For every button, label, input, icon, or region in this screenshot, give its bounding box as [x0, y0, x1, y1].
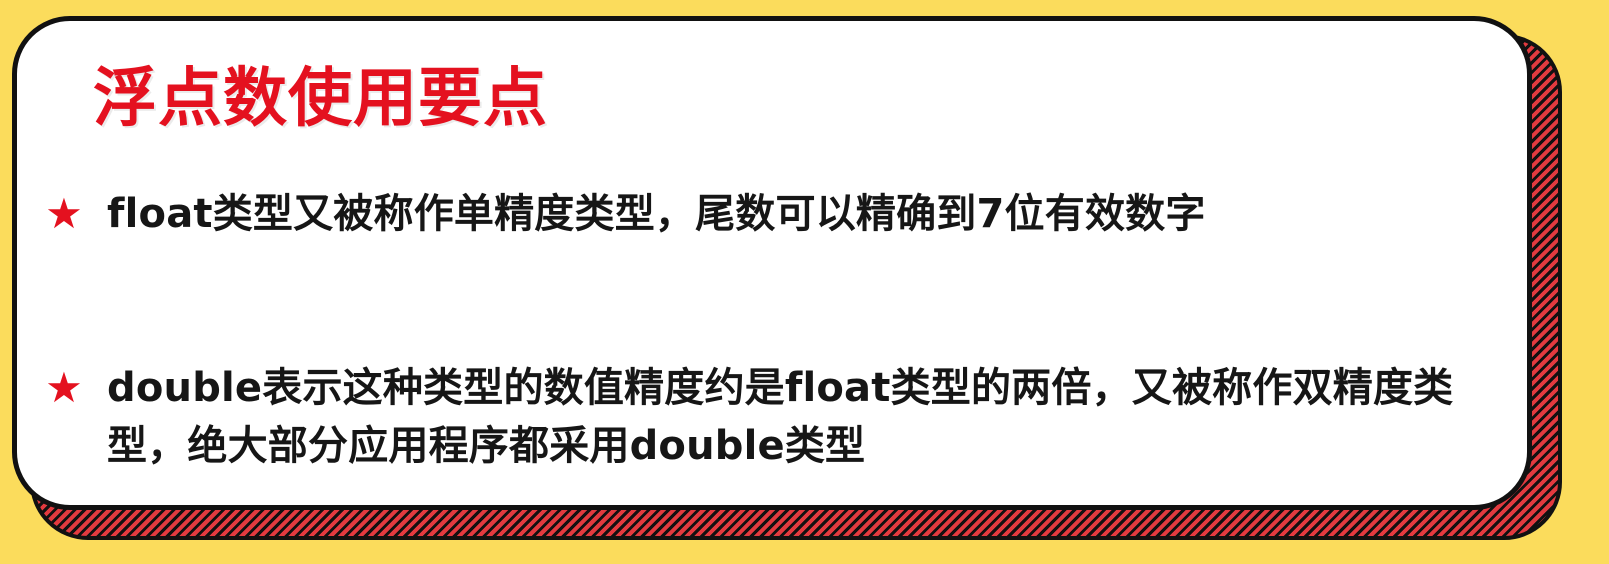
bullet-text: float类型又被称作单精度类型，尾数可以精确到7位有效数字	[107, 191, 1206, 237]
slide-title: 浮点数使用要点	[93, 62, 548, 136]
bullet-text: double表示这种类型的数值精度约是float类型的两倍，又被称作双精度类型，…	[107, 365, 1454, 469]
star-icon: ★	[45, 363, 83, 412]
bullet-item: ★ float类型又被称作单精度类型，尾数可以精确到7位有效数字	[41, 185, 1501, 243]
star-icon: ★	[45, 189, 83, 238]
slide-card: 浮点数使用要点 ★ float类型又被称作单精度类型，尾数可以精确到7位有效数字…	[12, 16, 1532, 510]
bullet-item: ★ double表示这种类型的数值精度约是float类型的两倍，又被称作双精度类…	[41, 359, 1501, 475]
slide-card-wrapper: 浮点数使用要点 ★ float类型又被称作单精度类型，尾数可以精确到7位有效数字…	[12, 16, 1572, 546]
